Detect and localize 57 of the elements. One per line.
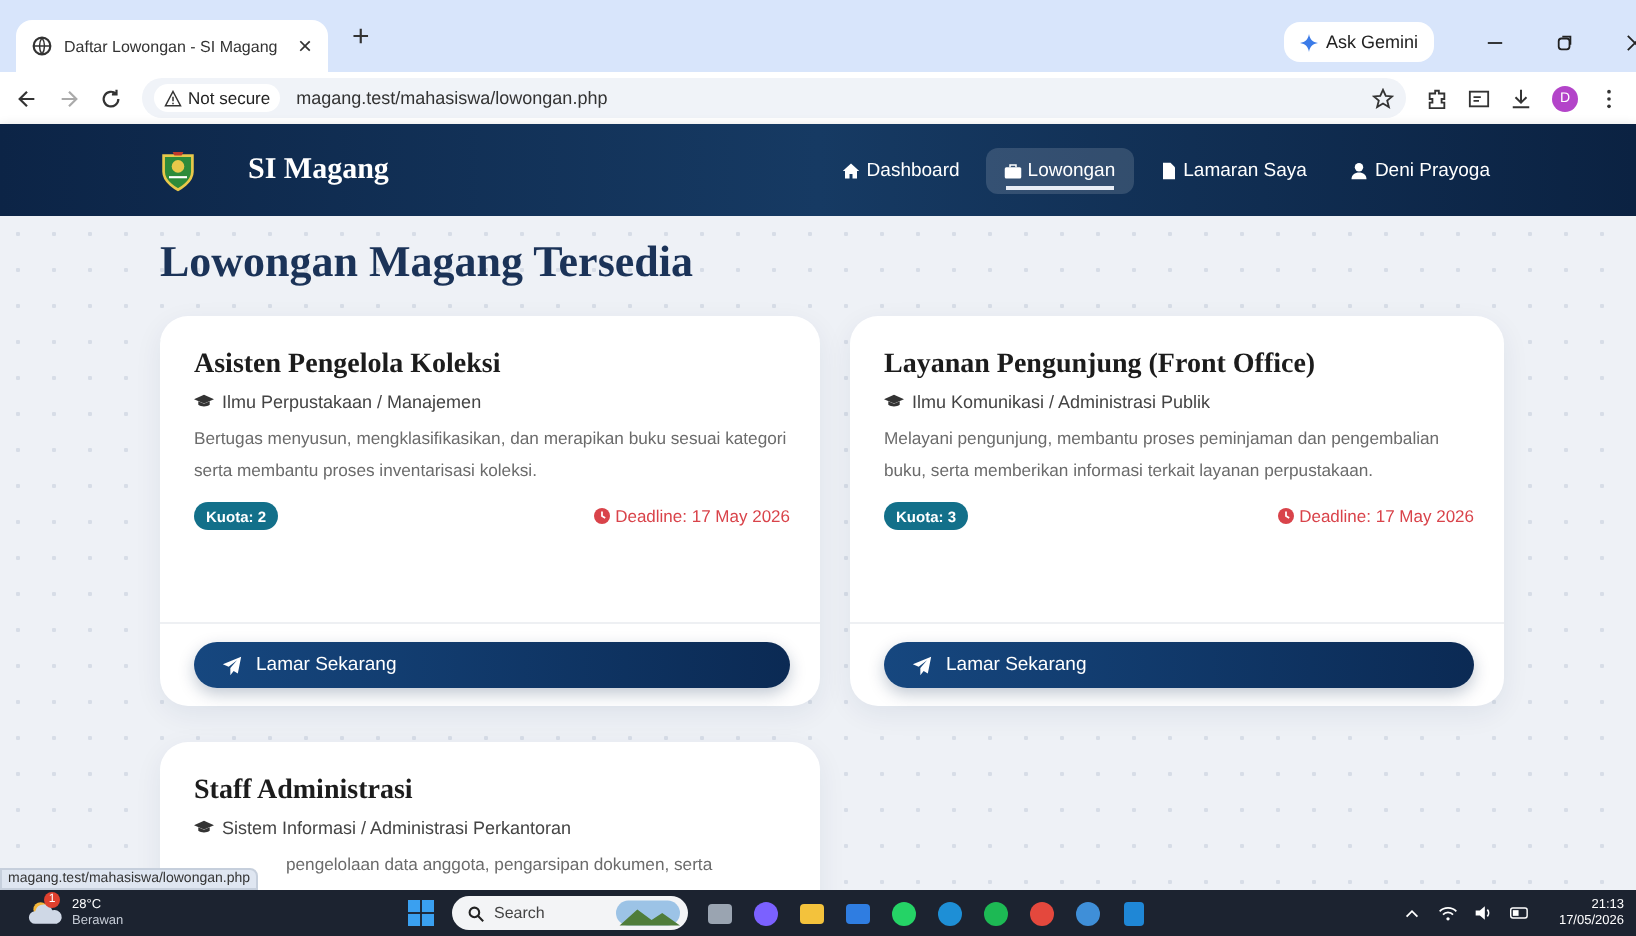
cloudy-weather-icon (28, 900, 64, 926)
extensions-icon[interactable] (1426, 87, 1448, 109)
graduation-cap-icon (194, 820, 214, 836)
page-title: Lowongan Magang Tersedia (160, 236, 695, 288)
emblem-logo (160, 148, 196, 192)
tab-title: Daftar Lowongan - SI Magang (64, 37, 280, 55)
paper-plane-icon (912, 655, 932, 675)
clock-icon (1277, 508, 1294, 524)
reading-list-icon[interactable] (1468, 87, 1490, 109)
job-description: Bertugas menyusun, mengklasifikasikan, dan merapikan buku sesuai kategori serta membantu proses inventarisasi koleksi. (194, 426, 789, 484)
paper-plane-icon (222, 655, 242, 675)
download-icon[interactable] (1510, 87, 1532, 109)
new-tab-button[interactable]: + (352, 19, 370, 53)
close-tab-button[interactable]: × (297, 32, 312, 60)
not-secure-chip[interactable]: Not secure (154, 84, 281, 112)
job-title: Layanan Pengunjung (Front Office) (884, 350, 1318, 382)
taskbar-search[interactable]: Search (452, 896, 688, 930)
apply-button[interactable]: Lamar Sekarang (194, 642, 790, 688)
reload-icon[interactable] (100, 87, 122, 109)
brand-name: SI Magang (248, 153, 389, 187)
restore-icon[interactable] (1556, 33, 1574, 51)
address-bar[interactable]: Not secure magang.test/mahasiswa/lowongan.php (142, 78, 1406, 118)
study-program: Ilmu Perpustakaan / Manajemen (222, 392, 482, 412)
user-icon (1350, 161, 1369, 179)
browser-tab[interactable]: Daftar Lowongan - SI Magang × (16, 20, 328, 72)
start-icon[interactable] (408, 900, 434, 926)
battery-icon[interactable] (1510, 904, 1531, 922)
home-icon (842, 161, 861, 179)
gemini-button[interactable]: Ask Gemini (1283, 22, 1434, 62)
nav-link[interactable]: Lowongan (985, 147, 1134, 193)
graduation-cap-icon (194, 394, 214, 410)
clock-icon (593, 508, 610, 524)
nav-link[interactable]: Lamaran Saya (1141, 147, 1325, 193)
search-icon (468, 905, 484, 921)
url-text: magang.test/mahasiswa/lowongan.php (296, 88, 610, 108)
study-program: Sistem Informasi / Administrasi Perkantoran (222, 818, 572, 838)
job-title: Asisten Pengelola Koleksi (194, 350, 503, 382)
nav-link[interactable]: Deni Prayoga (1332, 147, 1508, 193)
graduation-cap-icon (884, 394, 904, 410)
warning-icon (164, 89, 182, 107)
deadline-text: Deadline: 17 May 2026 (1299, 506, 1474, 526)
speaker-icon[interactable] (1474, 904, 1495, 922)
sparkle-icon (1299, 33, 1318, 51)
star-icon[interactable] (1372, 87, 1394, 109)
file-icon (1159, 161, 1178, 179)
study-program: Ilmu Komunikasi / Administrasi Publik (912, 392, 1211, 412)
mountain-icon (616, 900, 680, 926)
briefcase-icon (1003, 161, 1022, 179)
nav-link[interactable]: Dashboard (824, 147, 978, 193)
wifi-icon[interactable] (1438, 904, 1459, 922)
chevron-up-icon[interactable] (1402, 904, 1423, 922)
job-description: Melayani pengunjung, membantu proses peminjaman dan pengembalian buku, serta memberikan informasi terkait layanan perpustakaan. (884, 426, 1442, 484)
apply-button[interactable]: Lamar Sekarang (884, 642, 1474, 688)
globe-icon (32, 36, 52, 56)
deadline-text: Deadline: 17 May 2026 (615, 506, 790, 526)
back-icon[interactable] (16, 87, 38, 109)
job-title: Staff Administrasi (194, 776, 415, 808)
